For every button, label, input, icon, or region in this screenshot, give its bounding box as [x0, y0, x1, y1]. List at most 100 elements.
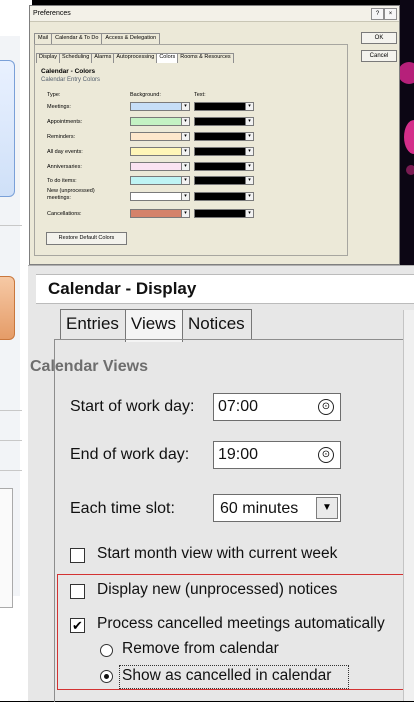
background-color-picker[interactable]: ▾: [130, 162, 190, 171]
chevron-down-icon: ▾: [181, 163, 189, 170]
chevron-down-icon: ▾: [181, 177, 189, 184]
background-color-picker[interactable]: ▾: [130, 209, 190, 218]
display-new-notices-label[interactable]: Display new (unprocessed) notices: [97, 581, 337, 599]
tab-alarms[interactable]: Alarms: [91, 53, 115, 63]
panel-scroll-edge: [403, 310, 414, 701]
text-color-picker[interactable]: ▾: [194, 117, 254, 126]
column-header-background: Background:: [130, 92, 161, 98]
panel-title-bar: Calendar - Display: [36, 274, 414, 304]
tab-display[interactable]: Display: [36, 53, 61, 63]
chevron-down-icon: ▾: [245, 148, 253, 155]
column-header-text: Text:: [194, 92, 206, 98]
ok-button[interactable]: OK: [361, 32, 397, 44]
time-slot-label: Each time slot:: [70, 500, 175, 517]
background-divider: [0, 410, 22, 411]
color-row-label: Anniversaries:: [47, 164, 82, 170]
color-row-label: Appointments:: [47, 119, 83, 125]
clock-icon[interactable]: ⊙: [318, 399, 334, 415]
panel-title: Calendar - Display: [48, 279, 197, 298]
tab-views[interactable]: Views: [124, 309, 183, 342]
background-dark-decoration: [398, 0, 414, 265]
tab-notices[interactable]: Notices: [181, 309, 252, 339]
start-of-work-day-label: Start of work day:: [70, 398, 195, 415]
background-gray-tile: [0, 488, 13, 608]
start-month-current-week-label[interactable]: Start month view with current week: [97, 545, 337, 563]
chevron-down-icon: ▾: [245, 210, 253, 217]
focus-rectangle: [119, 665, 349, 689]
tab-rooms-resources[interactable]: Rooms & Resources: [177, 53, 234, 63]
background-color-picker[interactable]: ▾: [130, 117, 190, 126]
calendar-views-heading: Calendar Views: [30, 358, 148, 375]
color-row-label: Cancellations:: [47, 211, 82, 217]
section-title: Calendar - Colors: [41, 68, 96, 75]
chevron-down-icon: ▾: [181, 193, 189, 200]
text-color-picker[interactable]: ▾: [194, 176, 254, 185]
background-color-picker[interactable]: ▾: [130, 147, 190, 156]
color-row-label: Reminders:: [47, 134, 76, 140]
subsection-title: Calendar Entry Colors: [41, 77, 101, 83]
color-row-label: Meetings:: [47, 104, 71, 110]
chevron-down-icon: ▾: [245, 118, 253, 125]
end-of-work-day-field[interactable]: 19:00 ⊙: [213, 441, 341, 469]
remove-from-calendar-label[interactable]: Remove from calendar: [122, 640, 279, 658]
cancel-button[interactable]: Cancel: [361, 50, 397, 62]
remove-from-calendar-radio[interactable]: [100, 644, 113, 657]
text-color-picker[interactable]: ▾: [194, 209, 254, 218]
chevron-down-icon: ▾: [181, 118, 189, 125]
background-color-picker[interactable]: ▾: [130, 132, 190, 141]
time-slot-value: 60 minutes: [220, 500, 299, 517]
color-row-label: All day events:: [47, 149, 83, 155]
dialog-titlebar: Preferences ? ×: [30, 6, 399, 22]
chevron-down-icon: ▾: [181, 210, 189, 217]
process-cancelled-label[interactable]: Process cancelled meetings automatically: [97, 615, 385, 633]
chevron-down-icon[interactable]: ▼: [316, 497, 338, 519]
tab-autoprocessing[interactable]: Autoprocessing: [113, 53, 158, 63]
dialog-title: Preferences: [33, 10, 71, 17]
chevron-down-icon: ▾: [245, 193, 253, 200]
background-blue-tile: [0, 60, 15, 197]
text-color-picker[interactable]: ▾: [194, 192, 254, 201]
close-button[interactable]: ×: [384, 8, 397, 20]
text-color-picker[interactable]: ▾: [194, 147, 254, 156]
chevron-down-icon: ▾: [245, 163, 253, 170]
show-as-cancelled-radio[interactable]: [100, 670, 113, 683]
start-month-current-week-checkbox[interactable]: [70, 548, 85, 563]
chevron-down-icon: ▾: [181, 133, 189, 140]
background-divider: [0, 470, 22, 471]
tab-entries[interactable]: Entries: [60, 309, 126, 339]
start-of-work-day-field[interactable]: 07:00 ⊙: [213, 393, 341, 421]
tab-mail[interactable]: Mail: [34, 33, 53, 44]
color-row-label: New (unprocessed) meetings:: [47, 188, 95, 201]
tab-scheduling[interactable]: Scheduling: [59, 53, 93, 63]
tab-colors[interactable]: Colors: [156, 53, 179, 63]
column-header-type: Type:: [47, 92, 61, 98]
restore-default-colors-button[interactable]: Restore Default Colors: [46, 232, 127, 245]
tab-access-delegation[interactable]: Access & Delegation: [101, 33, 161, 44]
chevron-down-icon: ▾: [245, 103, 253, 110]
chevron-down-icon: ▾: [181, 148, 189, 155]
text-color-picker[interactable]: ▾: [194, 102, 254, 111]
text-color-picker[interactable]: ▾: [194, 162, 254, 171]
background-divider: [0, 225, 22, 226]
inner-tab-strip: Display Scheduling Alarms Autoprocessing…: [36, 53, 234, 63]
outer-tab-strip: Mail Calendar & To Do Access & Delegatio…: [34, 33, 161, 44]
background-color-picker[interactable]: ▾: [130, 176, 190, 185]
end-of-work-day-value: 19:00: [218, 446, 259, 463]
text-color-picker[interactable]: ▾: [194, 132, 254, 141]
color-row-label: To do items:: [47, 178, 77, 184]
view-tab-strip: Entries Views Notices: [60, 309, 252, 342]
tab-calendar-todo[interactable]: Calendar & To Do: [51, 33, 103, 44]
end-of-work-day-label: End of work day:: [70, 446, 190, 463]
background-color-picker[interactable]: ▾: [130, 102, 190, 111]
chevron-down-icon: ▾: [245, 133, 253, 140]
preferences-dialog: Preferences ? × Mail Calendar & To Do Ac…: [29, 5, 400, 265]
help-button[interactable]: ?: [371, 8, 384, 20]
start-of-work-day-value: 07:00: [218, 398, 259, 415]
time-slot-select[interactable]: 60 minutes ▼: [213, 494, 341, 522]
display-new-notices-checkbox[interactable]: [70, 584, 85, 599]
clock-icon[interactable]: ⊙: [318, 447, 334, 463]
chevron-down-icon: ▾: [181, 103, 189, 110]
background-color-picker[interactable]: ▾: [130, 192, 190, 201]
process-cancelled-checkbox[interactable]: ✔: [70, 618, 85, 633]
background-divider: [0, 440, 22, 441]
